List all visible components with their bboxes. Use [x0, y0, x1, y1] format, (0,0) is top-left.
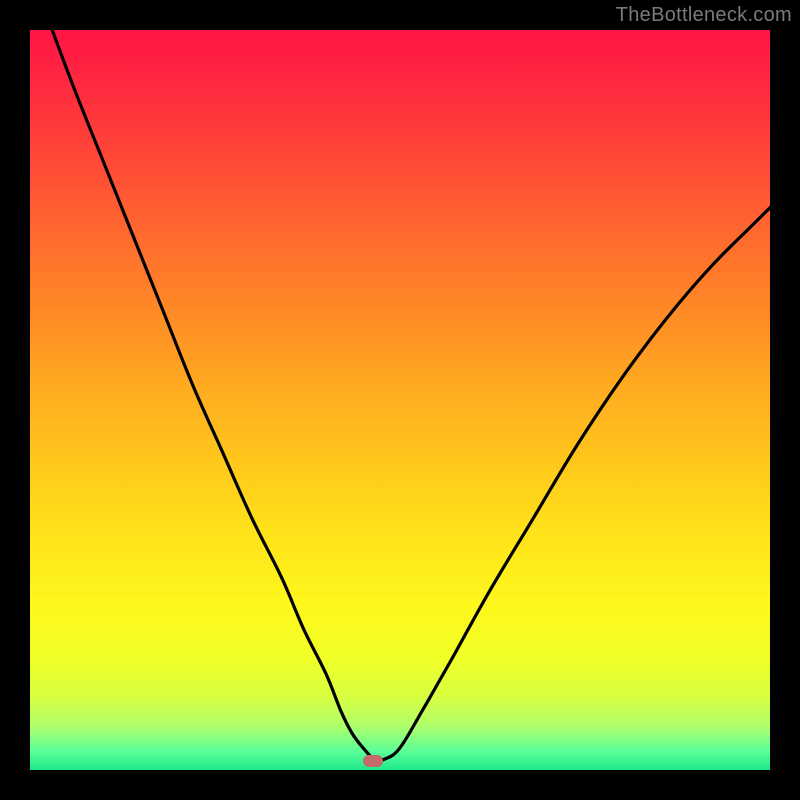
bottleneck-curve-svg — [30, 30, 770, 770]
optimal-marker — [363, 755, 383, 767]
bottleneck-curve — [52, 30, 770, 760]
watermark-label: TheBottleneck.com — [616, 4, 792, 27]
plot-area — [30, 30, 770, 770]
chart-frame: TheBottleneck.com — [0, 0, 800, 800]
